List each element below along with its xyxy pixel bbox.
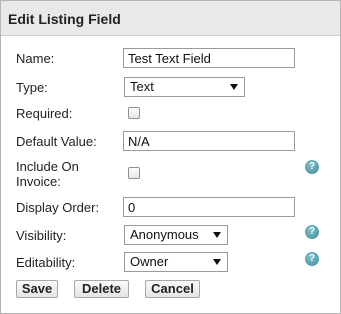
save-button[interactable]: Save bbox=[16, 280, 58, 298]
include-on-invoice-label-line1: Include On bbox=[16, 159, 79, 174]
include-on-invoice-help-icon[interactable]: ? bbox=[305, 160, 319, 174]
display-order-input[interactable] bbox=[123, 197, 295, 217]
required-label: Required: bbox=[16, 106, 73, 121]
chevron-down-icon bbox=[213, 232, 221, 238]
required-checkbox[interactable] bbox=[128, 107, 140, 119]
name-input[interactable] bbox=[123, 48, 295, 68]
visibility-help-icon[interactable]: ? bbox=[305, 225, 319, 239]
name-label: Name: bbox=[16, 51, 55, 66]
include-on-invoice-checkbox[interactable] bbox=[128, 167, 140, 179]
delete-button[interactable]: Delete bbox=[74, 280, 129, 298]
panel-title: Edit Listing Field bbox=[8, 11, 121, 27]
display-order-label: Display Order: bbox=[16, 200, 100, 215]
editability-label: Editability: bbox=[16, 255, 76, 270]
editability-help-icon[interactable]: ? bbox=[305, 252, 319, 266]
visibility-label: Visibility: bbox=[16, 228, 67, 243]
default-value-input[interactable] bbox=[123, 131, 295, 151]
panel-header: Edit Listing Field bbox=[1, 1, 340, 36]
cancel-button[interactable]: Cancel bbox=[145, 280, 200, 298]
type-label: Type: bbox=[16, 80, 48, 95]
include-on-invoice-label-line2: Invoice: bbox=[16, 174, 61, 189]
edit-listing-field-panel: Edit Listing Field Name: Type: Text Requ… bbox=[0, 0, 341, 314]
chevron-down-icon bbox=[213, 259, 221, 265]
type-select-value: Text bbox=[130, 79, 154, 94]
visibility-select[interactable]: Anonymous bbox=[124, 225, 228, 245]
editability-select[interactable]: Owner bbox=[124, 252, 228, 272]
visibility-select-value: Anonymous bbox=[130, 227, 199, 242]
default-value-label: Default Value: bbox=[16, 134, 97, 149]
editability-select-value: Owner bbox=[130, 254, 169, 269]
chevron-down-icon bbox=[230, 84, 238, 90]
type-select[interactable]: Text bbox=[124, 77, 245, 97]
